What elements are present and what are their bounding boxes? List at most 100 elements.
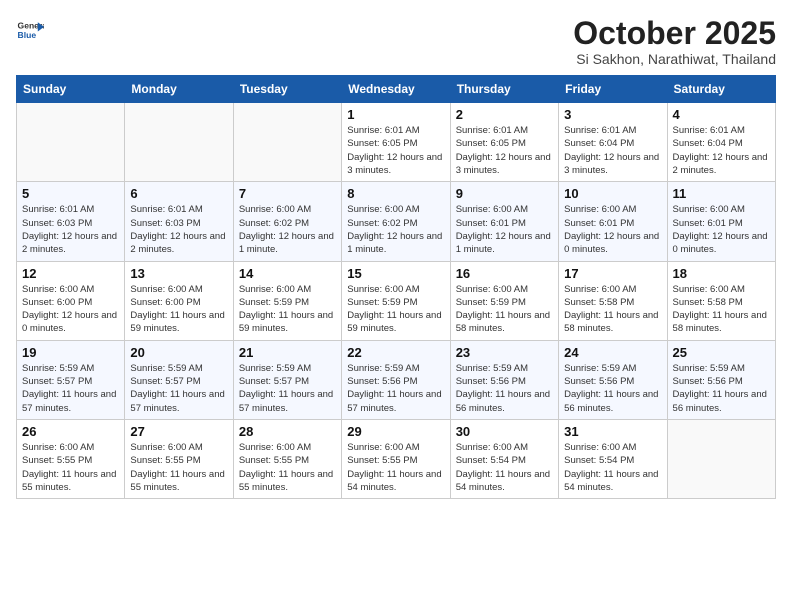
day-info: Sunrise: 6:00 AM Sunset: 6:01 PM Dayligh… [564,203,661,256]
day-info: Sunrise: 5:59 AM Sunset: 5:56 PM Dayligh… [347,362,444,415]
day-info: Sunrise: 6:00 AM Sunset: 6:00 PM Dayligh… [22,283,119,336]
day-number: 2 [456,107,553,122]
calendar-cell: 9Sunrise: 6:00 AM Sunset: 6:01 PM Daylig… [450,182,558,261]
day-info: Sunrise: 6:00 AM Sunset: 6:02 PM Dayligh… [347,203,444,256]
calendar-cell [17,103,125,182]
day-number: 15 [347,266,444,281]
calendar-cell: 28 Sunrise: 6:00 AM Sunset: 5:55 PM Dayli… [233,419,341,498]
day-number: 8 [347,186,444,201]
day-info: Sunrise: 5:59 AM Sunset: 5:56 PM Dayligh… [564,362,661,415]
day-number: 3 [564,107,661,122]
day-info: Sunrise: 6:00 AM Sunset: 5:59 PM Dayligh… [239,283,336,336]
day-number: 21 [239,345,336,360]
day-info: Sunrise: 6:01 AM Sunset: 6:04 PM Dayligh… [564,124,661,177]
day-info: Sunrise: 5:59 AM Sunset: 5:57 PM Dayligh… [22,362,119,415]
calendar-cell: 4 Sunrise: 6:01 AM Sunset: 6:04 PM Daylig… [667,103,775,182]
calendar-cell: 20 Sunrise: 5:59 AM Sunset: 5:57 PM Dayli… [125,340,233,419]
day-number: 24 [564,345,661,360]
day-number: 9 [456,186,553,201]
weekday-header-monday: Monday [125,76,233,103]
calendar-cell: 2 Sunrise: 6:01 AM Sunset: 6:05 PM Daylig… [450,103,558,182]
day-number: 16 [456,266,553,281]
day-number: 20 [130,345,227,360]
weekday-header-thursday: Thursday [450,76,558,103]
day-number: 30 [456,424,553,439]
month-title: October 2025 [573,16,776,51]
calendar-cell: 13Sunrise: 6:00 AM Sunset: 6:00 PM Dayli… [125,261,233,340]
day-number: 25 [673,345,770,360]
day-info: Sunrise: 6:00 AM Sunset: 5:54 PM Dayligh… [564,441,661,494]
calendar-cell: 6Sunrise: 6:01 AM Sunset: 6:03 PM Daylig… [125,182,233,261]
calendar-table: SundayMondayTuesdayWednesdayThursdayFrid… [16,75,776,499]
day-number: 26 [22,424,119,439]
calendar-cell: 26 Sunrise: 6:00 AM Sunset: 5:55 PM Dayli… [17,419,125,498]
weekday-header-row: SundayMondayTuesdayWednesdayThursdayFrid… [17,76,776,103]
day-number: 14 [239,266,336,281]
calendar-cell: 18 Sunrise: 6:00 AM Sunset: 5:58 PM Dayli… [667,261,775,340]
day-info: Sunrise: 5:59 AM Sunset: 5:56 PM Dayligh… [673,362,770,415]
calendar-cell: 30 Sunrise: 6:00 AM Sunset: 5:54 PM Dayli… [450,419,558,498]
day-info: Sunrise: 6:00 AM Sunset: 5:58 PM Dayligh… [564,283,661,336]
day-info: Sunrise: 6:01 AM Sunset: 6:04 PM Dayligh… [673,124,770,177]
calendar-week-row: 26 Sunrise: 6:00 AM Sunset: 5:55 PM Dayli… [17,419,776,498]
calendar-week-row: 19 Sunrise: 5:59 AM Sunset: 5:57 PM Dayli… [17,340,776,419]
calendar-week-row: 5 Sunrise: 6:01 AM Sunset: 6:03 PM Daylig… [17,182,776,261]
day-info: Sunrise: 6:00 AM Sunset: 5:58 PM Dayligh… [673,283,770,336]
day-info: Sunrise: 6:00 AM Sunset: 6:02 PM Dayligh… [239,203,336,256]
calendar-cell: 29Sunrise: 6:00 AM Sunset: 5:55 PM Dayli… [342,419,450,498]
day-number: 22 [347,345,444,360]
calendar-cell: 22 Sunrise: 5:59 AM Sunset: 5:56 PM Dayli… [342,340,450,419]
day-number: 31 [564,424,661,439]
calendar-cell: 25 Sunrise: 5:59 AM Sunset: 5:56 PM Dayli… [667,340,775,419]
logo: General Blue [16,16,44,44]
day-number: 6 [130,186,227,201]
calendar-cell: 1 Sunrise: 6:01 AM Sunset: 6:05 PM Daylig… [342,103,450,182]
day-number: 29 [347,424,444,439]
day-number: 12 [22,266,119,281]
calendar-cell: 27 Sunrise: 6:00 AM Sunset: 5:55 PM Dayli… [125,419,233,498]
day-info: Sunrise: 6:01 AM Sunset: 6:03 PM Dayligh… [22,203,119,256]
page-header: General Blue October 2025 Si Sakhon, Nar… [16,16,776,67]
calendar-cell [233,103,341,182]
weekday-header-wednesday: Wednesday [342,76,450,103]
calendar-cell [667,419,775,498]
day-number: 5 [22,186,119,201]
day-info: Sunrise: 6:00 AM Sunset: 5:55 PM Dayligh… [239,441,336,494]
day-number: 1 [347,107,444,122]
day-info: Sunrise: 6:01 AM Sunset: 6:05 PM Dayligh… [347,124,444,177]
day-info: Sunrise: 5:59 AM Sunset: 5:57 PM Dayligh… [239,362,336,415]
calendar-cell: 3 Sunrise: 6:01 AM Sunset: 6:04 PM Daylig… [559,103,667,182]
calendar-week-row: 1 Sunrise: 6:01 AM Sunset: 6:05 PM Daylig… [17,103,776,182]
weekday-header-friday: Friday [559,76,667,103]
weekday-header-saturday: Saturday [667,76,775,103]
calendar-cell: 15 Sunrise: 6:00 AM Sunset: 5:59 PM Dayli… [342,261,450,340]
calendar-cell: 23 Sunrise: 5:59 AM Sunset: 5:56 PM Dayli… [450,340,558,419]
day-number: 19 [22,345,119,360]
calendar-cell [125,103,233,182]
calendar-cell: 31 Sunrise: 6:00 AM Sunset: 5:54 PM Dayli… [559,419,667,498]
day-info: Sunrise: 6:00 AM Sunset: 5:54 PM Dayligh… [456,441,553,494]
day-info: Sunrise: 6:01 AM Sunset: 6:05 PM Dayligh… [456,124,553,177]
calendar-cell: 5 Sunrise: 6:01 AM Sunset: 6:03 PM Daylig… [17,182,125,261]
day-info: Sunrise: 6:00 AM Sunset: 5:59 PM Dayligh… [456,283,553,336]
day-number: 27 [130,424,227,439]
calendar-cell: 11Sunrise: 6:00 AM Sunset: 6:01 PM Dayli… [667,182,775,261]
weekday-header-tuesday: Tuesday [233,76,341,103]
calendar-cell: 14 Sunrise: 6:00 AM Sunset: 5:59 PM Dayli… [233,261,341,340]
calendar-cell: 8 Sunrise: 6:00 AM Sunset: 6:02 PM Daylig… [342,182,450,261]
day-info: Sunrise: 5:59 AM Sunset: 5:56 PM Dayligh… [456,362,553,415]
day-info: Sunrise: 6:00 AM Sunset: 5:55 PM Dayligh… [130,441,227,494]
weekday-header-sunday: Sunday [17,76,125,103]
day-info: Sunrise: 6:00 AM Sunset: 6:00 PM Dayligh… [130,283,227,336]
calendar-cell: 21 Sunrise: 5:59 AM Sunset: 5:57 PM Dayli… [233,340,341,419]
day-info: Sunrise: 6:00 AM Sunset: 5:59 PM Dayligh… [347,283,444,336]
svg-text:Blue: Blue [18,30,37,40]
day-info: Sunrise: 5:59 AM Sunset: 5:57 PM Dayligh… [130,362,227,415]
day-number: 18 [673,266,770,281]
day-number: 28 [239,424,336,439]
day-info: Sunrise: 6:00 AM Sunset: 5:55 PM Dayligh… [22,441,119,494]
day-info: Sunrise: 6:00 AM Sunset: 6:01 PM Dayligh… [673,203,770,256]
calendar-cell: 7Sunrise: 6:00 AM Sunset: 6:02 PM Daylig… [233,182,341,261]
day-number: 4 [673,107,770,122]
day-number: 23 [456,345,553,360]
